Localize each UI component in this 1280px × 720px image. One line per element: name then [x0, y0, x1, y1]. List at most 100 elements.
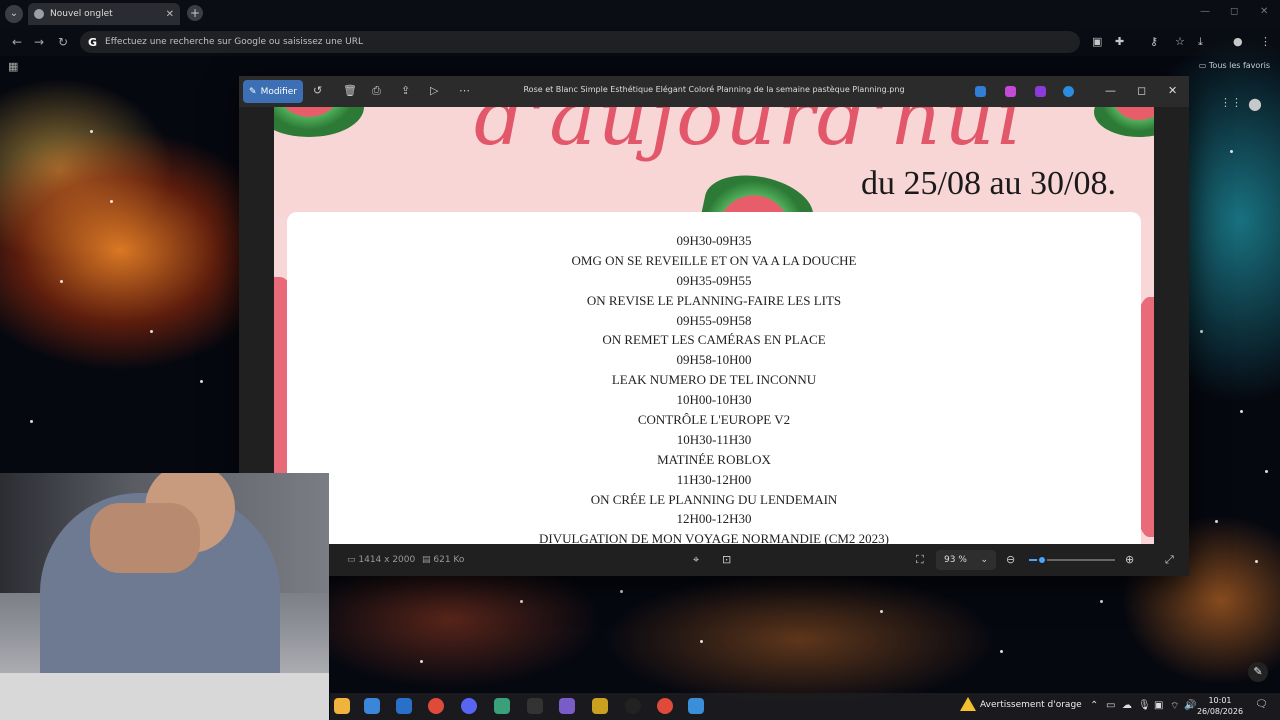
discord-icon[interactable]	[461, 698, 477, 714]
poster-date-range: du 25/08 au 30/08.	[861, 165, 1116, 202]
star-particle	[1215, 520, 1218, 523]
photos-app-icon[interactable]	[688, 698, 704, 714]
extensions-icon[interactable]: ✚	[1115, 35, 1124, 48]
address-placeholder: Effectuez une recherche sur Google ou sa…	[105, 37, 364, 47]
tray-chevron-up-icon[interactable]: ⌃	[1090, 700, 1098, 711]
webcam-person	[40, 473, 280, 693]
schedule-card: 09H30-09H35 OMG ON SE REVEILLE ET ON VA A…	[287, 212, 1141, 544]
zoom-in-icon[interactable]: ⊕	[1125, 553, 1134, 566]
schedule-time: 10H00-10H30	[676, 392, 752, 408]
google-apps-icon[interactable]: ⋮⋮	[1220, 96, 1242, 109]
fit-to-window-icon[interactable]: ⛶	[916, 553, 924, 567]
viewer-maximize-icon[interactable]: ◻	[1137, 84, 1146, 97]
webcam-desk	[0, 673, 329, 720]
new-tab-button[interactable]: +	[187, 5, 203, 21]
more-options-icon[interactable]: ⋯	[459, 84, 470, 97]
forward-icon[interactable]: →	[34, 35, 44, 49]
crown-app-icon[interactable]	[592, 698, 608, 714]
viewer-status-bar: ▭ 1414 x 2000 ▤ 621 Ko ⌖ ⊡ ⛶ 93 % ⌄ ⊖ ⊕ …	[239, 544, 1189, 576]
rotate-icon[interactable]: ↺	[313, 84, 322, 97]
google-account-avatar[interactable]: ●	[1248, 94, 1262, 113]
pen-icon[interactable]: ✎	[1248, 662, 1268, 682]
schedule-activity: DIVULGATION DE MON VOYAGE NORMANDIE (CM2…	[538, 531, 890, 544]
text-scan-icon[interactable]: ⊡	[722, 553, 731, 566]
star-particle	[1100, 600, 1103, 603]
password-key-icon[interactable]: ⚷	[1150, 35, 1158, 48]
minecraft-icon[interactable]	[494, 698, 510, 714]
file-size-value: 621 Ko	[433, 555, 465, 565]
tab-search-icon[interactable]: ⌄	[5, 5, 23, 23]
zoom-level-dropdown[interactable]: 93 % ⌄	[936, 550, 996, 570]
star-particle	[620, 590, 623, 593]
weather-alert[interactable]: Avertissement d'orage	[980, 700, 1082, 710]
onedrive-icon[interactable]	[1063, 86, 1074, 97]
tab-favicon-icon	[34, 9, 44, 19]
star-particle	[60, 280, 63, 283]
game-app-icon[interactable]	[527, 698, 543, 714]
file-explorer-icon[interactable]	[334, 698, 350, 714]
notifications-icon[interactable]: 🗨	[1255, 699, 1268, 710]
fullscreen-icon[interactable]: ⤢	[1165, 553, 1174, 567]
reload-icon[interactable]: ↻	[58, 35, 68, 49]
back-icon[interactable]: ←	[12, 35, 22, 49]
browser-minimize-icon[interactable]: —	[1200, 6, 1210, 17]
google-icon: G	[88, 35, 98, 49]
all-bookmarks-folder[interactable]: ▭ Tous les favoris	[1199, 61, 1270, 70]
slideshow-icon[interactable]: ▷	[430, 84, 438, 97]
clipchamp-app-icon[interactable]	[1035, 86, 1046, 97]
zoom-slider-handle[interactable]	[1036, 555, 1047, 565]
extension-badge-icon[interactable]: ▣	[1092, 35, 1102, 48]
star-particle	[150, 330, 153, 333]
chrome-icon[interactable]	[428, 698, 444, 714]
star-particle	[30, 420, 33, 423]
edit-icon: ✎	[249, 86, 257, 97]
share-icon[interactable]: ⇪	[401, 84, 410, 97]
star-particle	[1240, 410, 1243, 413]
copilot-app-icon[interactable]	[1005, 86, 1016, 97]
zoom-out-icon[interactable]: ⊖	[1006, 553, 1015, 566]
star-particle	[700, 640, 703, 643]
profile-avatar-icon[interactable]: ●	[1233, 35, 1243, 48]
schedule-activity: LEAK NUMERO DE TEL INCONNU	[611, 372, 817, 388]
store-icon[interactable]	[364, 698, 380, 714]
edit-button[interactable]: ✎ Modifier	[243, 80, 303, 103]
download-icon[interactable]: ⤓	[1198, 35, 1203, 49]
bookmark-star-icon[interactable]: ☆	[1175, 35, 1185, 48]
schedule-time: 10H30-11H30	[676, 431, 752, 447]
apps-grid-icon[interactable]: ▦	[8, 60, 18, 73]
edit-label: Modifier	[260, 86, 297, 97]
visual-search-icon[interactable]: ⌖	[693, 553, 699, 567]
folder-icon: ▭	[1198, 61, 1209, 70]
file-name: Rose et Blanc Simple Esthétique Elégant …	[523, 85, 905, 94]
zoom-slider[interactable]	[1029, 555, 1115, 565]
browser-maximize-icon[interactable]: ◻	[1230, 6, 1238, 17]
star-particle	[880, 610, 883, 613]
onedrive-tray-icon[interactable]: ☁	[1122, 700, 1132, 711]
launcher-icon[interactable]	[559, 698, 575, 714]
microphone-icon[interactable]: 🎙	[1138, 700, 1151, 711]
star-particle	[1200, 330, 1203, 333]
mail-icon[interactable]	[396, 698, 412, 714]
designer-app-icon[interactable]	[975, 86, 986, 97]
schedule-activity: ON REVISE LE PLANNING-FAIRE LES LITS	[586, 292, 842, 308]
obs-icon[interactable]	[625, 698, 641, 714]
system-clock[interactable]: 10:01 26/08/2026	[1196, 695, 1244, 717]
print-icon[interactable]: ⎙	[372, 84, 381, 98]
tray-app-icon[interactable]: ▭	[1106, 700, 1115, 711]
browser-menu-icon[interactable]: ⋮	[1260, 35, 1271, 48]
schedule-activity: CONTRÔLE L'EUROPE V2	[637, 412, 791, 428]
wifi-icon[interactable]: ⌔	[1170, 700, 1179, 713]
star-particle	[1255, 560, 1258, 563]
tab-new-tab[interactable]: Nouvel onglet ✕	[28, 3, 180, 25]
delete-icon[interactable]: 🗑	[343, 84, 357, 97]
display-icon[interactable]: ▣	[1154, 700, 1163, 711]
address-bar[interactable]: G Effectuez une recherche sur Google ou …	[80, 31, 1080, 53]
viewer-close-icon[interactable]: ✕	[1168, 84, 1177, 97]
clock-date: 26/08/2026	[1196, 707, 1244, 716]
tab-close-icon[interactable]: ✕	[166, 9, 174, 20]
volume-icon[interactable]: 🔊	[1184, 700, 1196, 711]
image-canvas[interactable]: d'aujourd'hui du 25/08 au 30/08. 09H30-0…	[274, 107, 1154, 544]
viewer-minimize-icon[interactable]: —	[1105, 84, 1116, 97]
chrome-profile-icon[interactable]	[657, 698, 673, 714]
browser-close-icon[interactable]: ✕	[1260, 6, 1268, 17]
